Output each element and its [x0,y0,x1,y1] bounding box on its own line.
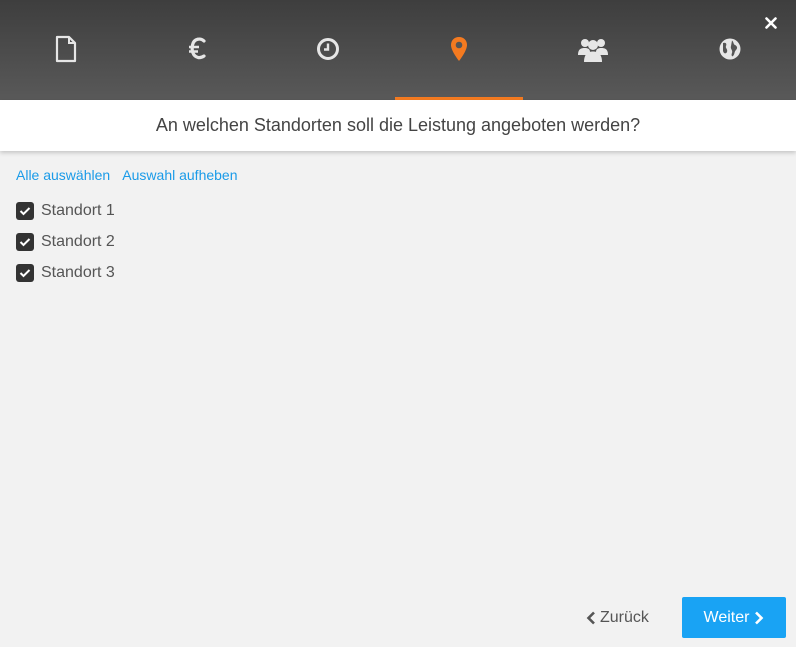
chevron-left-icon [586,611,596,625]
next-button[interactable]: Weiter [682,597,786,638]
deselect-link[interactable]: Auswahl aufheben [122,167,237,183]
chevron-right-icon [754,611,764,625]
tab-location[interactable] [395,0,523,100]
location-option[interactable]: Standort 1 [16,195,115,226]
back-label: Zurück [600,609,649,626]
back-button[interactable]: Zurück [586,606,649,630]
tab-time[interactable] [264,0,392,100]
close-icon [765,16,777,34]
checkbox-checked[interactable] [16,201,34,220]
map-marker-icon [444,34,474,64]
location-label: Standort 3 [41,263,115,281]
wizard-tabs [0,0,796,100]
close-button[interactable] [760,14,782,36]
tab-document[interactable] [2,0,130,100]
location-label: Standort 1 [41,201,115,219]
location-label: Standort 2 [41,232,115,250]
next-label: Weiter [703,608,750,626]
users-icon [578,34,608,64]
question-bar: An welchen Standorten soll die Leistung … [0,100,796,151]
wizard-header [0,0,796,100]
location-list: Standort 1 Standort 2 Standort 3 [16,195,115,288]
tab-price[interactable] [133,0,261,100]
tab-target-group[interactable] [529,0,657,100]
question-text: An welchen Standorten soll die Leistung … [155,115,641,135]
select-all-link[interactable]: Alle auswählen [16,167,110,183]
location-option[interactable]: Standort 3 [16,257,115,288]
clock-icon [313,34,343,64]
location-option[interactable]: Standort 2 [16,226,115,257]
checkbox-checked[interactable] [16,232,34,251]
document-icon [51,34,81,64]
globe-icon [715,34,745,64]
selection-links: Alle auswählen Auswahl aufheben [16,167,247,183]
checkbox-checked[interactable] [16,263,34,282]
euro-icon [182,34,212,64]
